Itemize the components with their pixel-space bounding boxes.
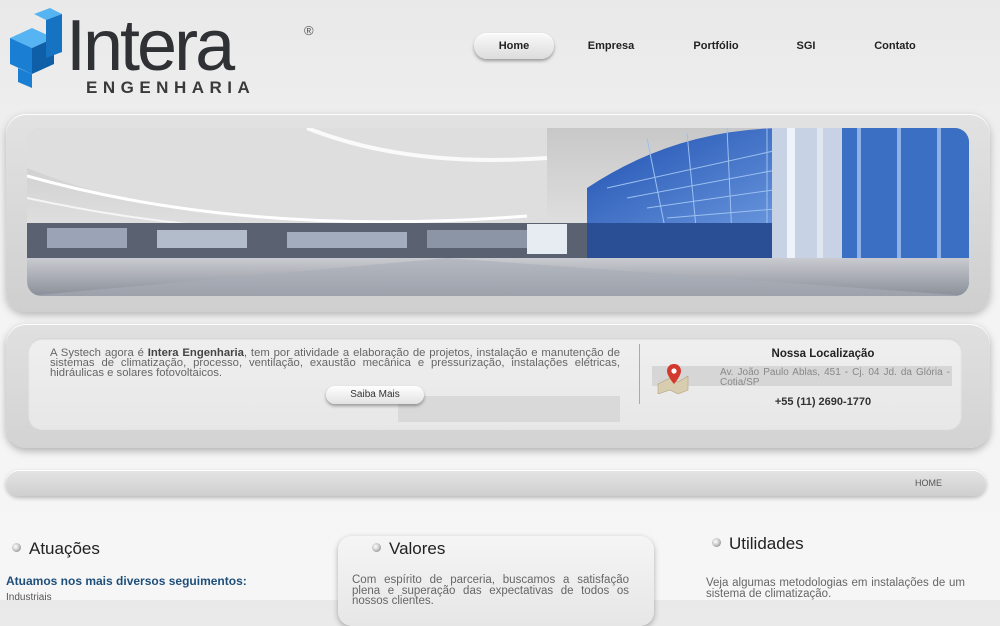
breadcrumb-home[interactable]: HOME [915, 478, 942, 488]
logo-wordmark: Intera [66, 6, 235, 86]
utilidades-heading: Utilidades [712, 534, 804, 554]
intro-panel-inner: A Systech agora é Intera Engenharia, tem… [28, 338, 962, 430]
bullet-icon [12, 543, 21, 553]
intro-panel: A Systech agora é Intera Engenharia, tem… [6, 324, 990, 448]
location-title: Nossa Localização [771, 348, 875, 360]
banner-image[interactable] [27, 128, 969, 296]
valores-title: Valores [389, 539, 446, 558]
atuacoes-subtitle: Atuamos nos mais diversos seguimentos: [6, 574, 247, 588]
vertical-divider [639, 344, 640, 404]
mall-interior-photo [27, 128, 969, 296]
intro-text: A Systech agora é Intera Engenharia, tem… [50, 347, 620, 378]
utilidades-text: Veja algumas metodologias em instalações… [706, 577, 965, 600]
logo[interactable]: Intera ® ENGENHARIA [4, 6, 334, 97]
nav-sgi[interactable]: SGI [786, 33, 826, 59]
logo-cube-icon [10, 8, 62, 88]
nav-portfolio[interactable]: Portfólio [678, 33, 754, 59]
saiba-mais-button[interactable]: Saiba Mais [326, 386, 424, 404]
bullet-icon [372, 543, 381, 553]
valores-heading: Valores [372, 539, 445, 559]
breadcrumb: HOME [6, 470, 986, 496]
intro-tab-shape [398, 396, 620, 422]
atuacoes-item-industriais[interactable]: Industriais [6, 592, 52, 603]
atuacoes-title: Atuações [29, 539, 100, 558]
banner-slider [6, 114, 990, 312]
utilidades-title: Utilidades [729, 534, 804, 553]
bullet-icon [712, 538, 721, 548]
registered-mark: ® [304, 23, 314, 38]
nav-empresa[interactable]: Empresa [570, 33, 652, 59]
atuacoes-heading: Atuações [12, 539, 100, 559]
map-pin-icon [657, 364, 689, 394]
logo-subtitle: ENGENHARIA [86, 78, 256, 97]
nav-contato[interactable]: Contato [860, 33, 930, 59]
valores-text: Com espírito de parceria, buscamos a sat… [352, 574, 629, 607]
nav-home[interactable]: Home [474, 33, 554, 59]
location-phone[interactable]: +55 (11) 2690-1770 [668, 396, 978, 408]
location-address: Av. João Paulo Ablas, 451 - Cj. 04 Jd. d… [720, 367, 950, 388]
